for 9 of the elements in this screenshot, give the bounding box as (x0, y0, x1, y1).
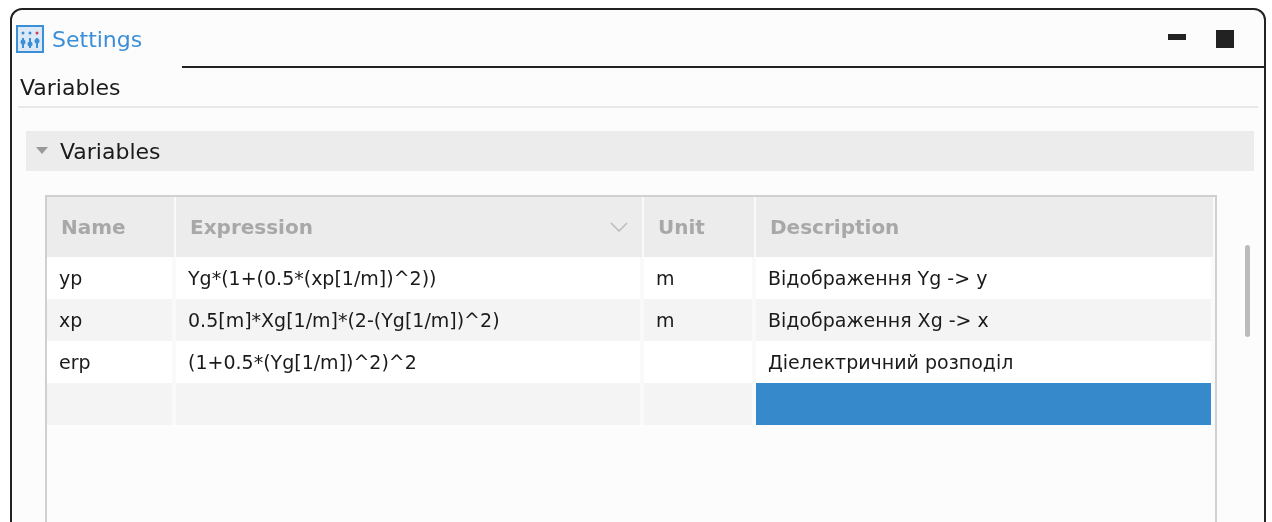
sliders-icon (16, 25, 44, 53)
chevron-down-icon (610, 222, 628, 232)
scrollbar[interactable] (1245, 245, 1250, 337)
triangle-icon (36, 147, 48, 155)
minimize-icon[interactable] (1168, 34, 1186, 40)
page-title: Variables (18, 68, 1258, 108)
section-header[interactable]: Variables (26, 131, 1254, 171)
maximize-icon[interactable] (1216, 30, 1234, 48)
table-cell[interactable] (756, 383, 1215, 425)
